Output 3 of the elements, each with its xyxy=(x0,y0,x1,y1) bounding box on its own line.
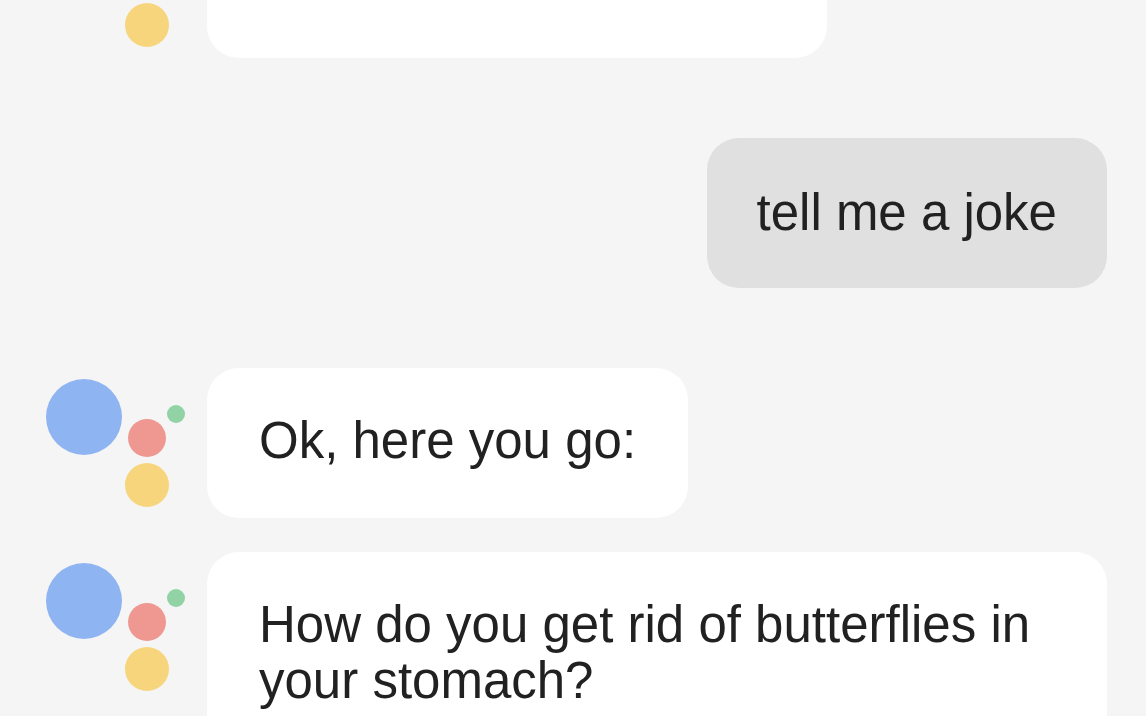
assistant-message-bubble: Ok, here you go: xyxy=(207,368,689,518)
assistant-message-bubble: How do you get rid of butterflies in your stomach? xyxy=(207,552,1107,716)
user-message-bubble: tell me a joke xyxy=(706,138,1107,288)
